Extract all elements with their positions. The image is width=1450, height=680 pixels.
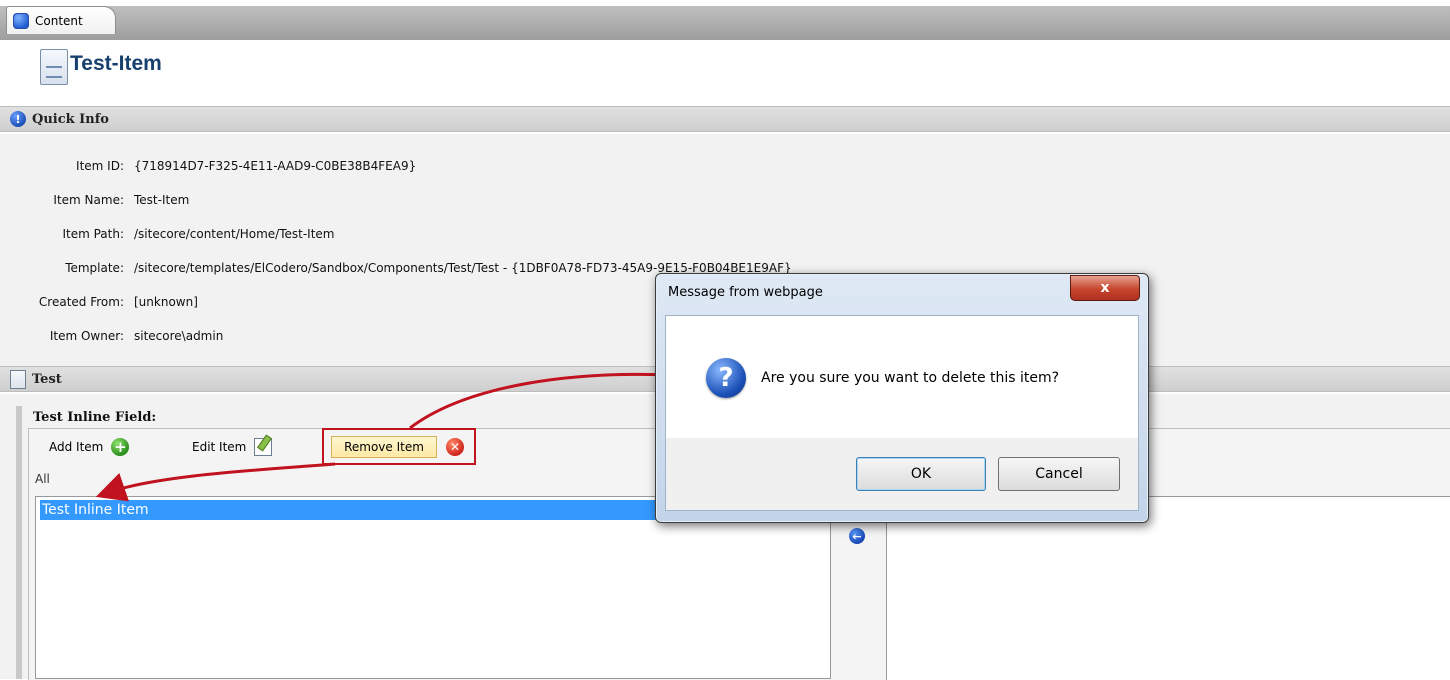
tab-label: Content [35, 13, 83, 28]
test-section-heading: Test [32, 371, 62, 387]
ok-button[interactable]: OK [856, 457, 986, 491]
tab-strip-bar [0, 6, 1450, 40]
remove-x-icon[interactable]: ✕ [446, 438, 464, 456]
item-owner-value: sitecore\admin [134, 329, 224, 343]
document-icon [40, 49, 68, 85]
dialog-message: Are you sure you want to delete this ite… [761, 370, 1060, 386]
created-from-label: Created From: [38, 295, 124, 309]
filter-label: All [35, 472, 50, 486]
item-id-label: Item ID: [76, 159, 124, 173]
item-path-label: Item Path: [62, 227, 124, 241]
created-from-row: Created From: [unknown] [0, 292, 198, 312]
edit-item-label: Edit Item [192, 440, 247, 454]
field-rail [16, 406, 22, 679]
item-name-row: Item Name: Test-Item [0, 190, 189, 210]
add-item-button[interactable]: Add Item + [49, 434, 130, 460]
created-from-value: [unknown] [134, 295, 198, 309]
quick-info-heading: Quick Info [32, 111, 109, 127]
item-id-value: {718914D7-F325-4E11-AAD9-C0BE38B4FEA9} [134, 159, 417, 173]
remove-item-button[interactable]: Remove Item [331, 436, 437, 458]
question-icon: ? [706, 358, 746, 398]
item-header [0, 40, 1450, 102]
edit-item-button[interactable]: Edit Item [192, 434, 273, 460]
arrow-left-icon[interactable]: ← [849, 528, 865, 544]
item-owner-row: Item Owner: sitecore\admin [0, 326, 223, 346]
template-label: Template: [65, 261, 124, 275]
remove-item-label: Remove Item [344, 440, 424, 454]
content-gem-icon [13, 12, 29, 29]
plus-icon: + [111, 438, 130, 456]
item-owner-label: Item Owner: [49, 329, 124, 343]
item-name-value: Test-Item [134, 193, 190, 207]
item-name-label: Item Name: [53, 193, 124, 207]
add-item-label: Add Item [49, 440, 104, 454]
info-icon: ! [10, 111, 26, 127]
field-label: Test Inline Field: [33, 410, 157, 425]
tab-strip: Content [0, 0, 1450, 40]
cancel-button[interactable]: Cancel [998, 457, 1120, 491]
page-title: Test-Item [70, 52, 162, 75]
inline-item-list[interactable] [35, 496, 831, 679]
item-path-row: Item Path: /sitecore/content/Home/Test-I… [0, 224, 335, 244]
edit-icon [254, 438, 273, 456]
dialog-close-button[interactable]: x [1070, 275, 1140, 301]
dialog-title: Message from webpage [668, 285, 823, 300]
item-id-row: Item ID: {718914D7-F325-4E11-AAD9-C0BE38… [0, 156, 416, 176]
template-icon [10, 369, 26, 389]
item-path-value: /sitecore/content/Home/Test-Item [134, 227, 335, 241]
tab-content[interactable]: Content [6, 6, 116, 34]
selected-items-list[interactable] [886, 496, 1450, 680]
quick-info-header[interactable]: ! Quick Info [0, 106, 1450, 132]
move-buttons-column [831, 496, 886, 679]
